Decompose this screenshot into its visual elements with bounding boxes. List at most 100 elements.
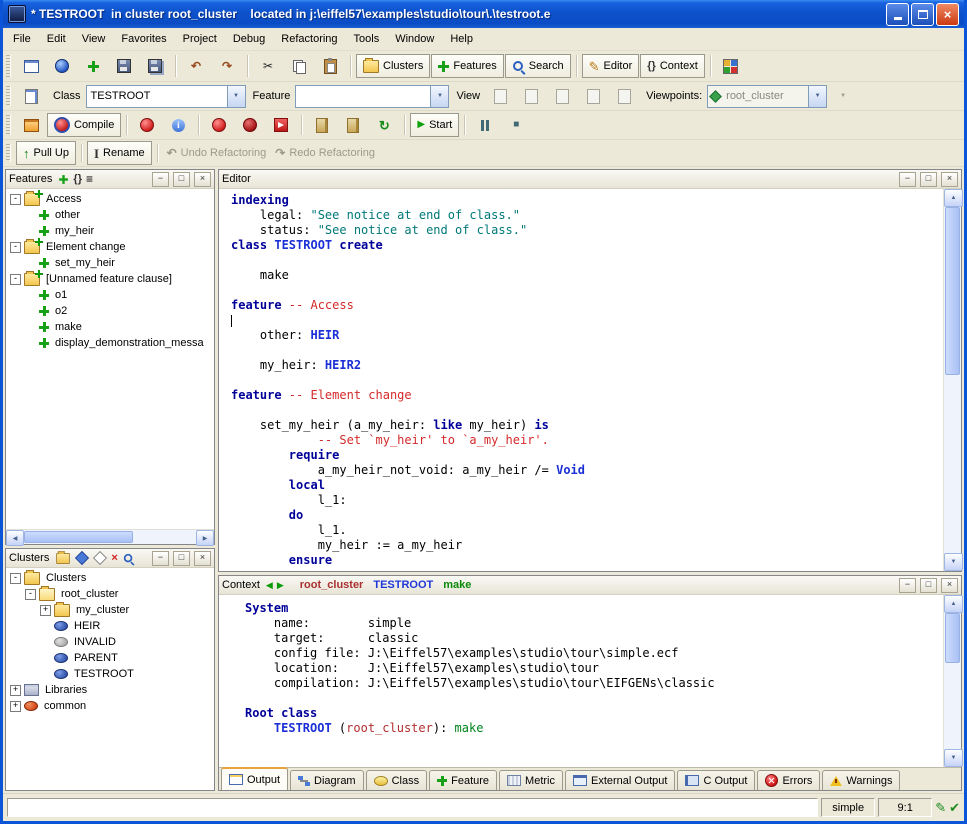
expand-icon[interactable]: + bbox=[40, 605, 51, 616]
refresh-button[interactable]: ↻ bbox=[369, 112, 399, 138]
view-interface-button[interactable] bbox=[609, 83, 639, 109]
editor-restore-button[interactable]: □ bbox=[920, 172, 937, 187]
delete-icon[interactable]: × bbox=[111, 553, 117, 564]
clusters-minimize-button[interactable]: − bbox=[152, 551, 169, 566]
collapse-icon[interactable]: - bbox=[10, 242, 21, 253]
context-minimize-button[interactable]: − bbox=[899, 578, 916, 593]
diamond-blue-icon[interactable] bbox=[75, 551, 89, 565]
editor-panel-header[interactable]: Editor − □ × bbox=[219, 170, 961, 189]
tab-feature[interactable]: Feature bbox=[429, 770, 497, 790]
tree-item-o2[interactable]: o2 bbox=[6, 303, 214, 319]
menu-edit[interactable]: Edit bbox=[39, 30, 74, 48]
scroll-down-button[interactable]: ▼ bbox=[944, 553, 963, 571]
tree-item-testroot[interactable]: TESTROOT bbox=[6, 666, 214, 682]
melt-button[interactable] bbox=[132, 112, 162, 138]
tree-item-other[interactable]: other bbox=[6, 207, 214, 223]
tab-external-output[interactable]: External Output bbox=[565, 770, 675, 790]
features-close-button[interactable]: × bbox=[194, 172, 211, 187]
compile-button[interactable]: Compile bbox=[47, 113, 121, 137]
address-toolbar-button[interactable] bbox=[16, 83, 46, 109]
features-panel-header[interactable]: Features {} ≡ − □ × bbox=[6, 170, 214, 189]
diamond-white-icon[interactable] bbox=[93, 551, 107, 565]
viewpoints-combobox[interactable]: root_cluster ▼ bbox=[707, 85, 827, 108]
undo-button[interactable]: ↶ bbox=[181, 53, 211, 79]
editor-scrollbar[interactable]: ▲ ▼ bbox=[943, 189, 961, 571]
edit-mode-pencil-icon[interactable]: ✎ bbox=[935, 801, 946, 814]
history-forward-icon[interactable]: ▶ bbox=[277, 581, 284, 590]
features-minimize-button[interactable]: − bbox=[152, 172, 169, 187]
feature-dropdown-arrow[interactable]: ▼ bbox=[430, 86, 448, 107]
minimize-button[interactable] bbox=[886, 3, 909, 26]
tree-item-root-cluster[interactable]: -root_cluster bbox=[6, 586, 214, 602]
features-restore-button[interactable]: □ bbox=[173, 172, 190, 187]
redo-button[interactable]: ↷ bbox=[212, 53, 242, 79]
context-restore-button[interactable]: □ bbox=[920, 578, 937, 593]
menu-refactoring[interactable]: Refactoring bbox=[273, 30, 345, 48]
scroll-track[interactable] bbox=[944, 613, 961, 749]
expand-icon[interactable]: + bbox=[10, 701, 21, 712]
view-clickable-button[interactable] bbox=[516, 83, 546, 109]
tree-item-clusters[interactable]: -Clusters bbox=[6, 570, 214, 586]
collapse-icon[interactable]: - bbox=[10, 573, 21, 584]
editor-code[interactable]: indexing legal: "See notice at end of cl… bbox=[219, 189, 943, 571]
precompile-button[interactable] bbox=[266, 112, 296, 138]
pull-up-button[interactable]: ↑ Pull Up bbox=[16, 141, 76, 165]
paste-button[interactable] bbox=[315, 53, 345, 79]
search-toggle-button[interactable]: Search bbox=[505, 54, 571, 78]
compile-info-button[interactable]: i bbox=[163, 112, 193, 138]
breadcrumb-root_cluster[interactable]: root_cluster bbox=[300, 579, 364, 591]
menu-help[interactable]: Help bbox=[442, 30, 481, 48]
toolbar-gripper[interactable] bbox=[6, 115, 11, 135]
menu-debug[interactable]: Debug bbox=[225, 30, 273, 48]
class-combobox[interactable]: TESTROOT ▼ bbox=[86, 85, 246, 108]
clusters-close-button[interactable]: × bbox=[194, 551, 211, 566]
new-window-button[interactable] bbox=[16, 53, 46, 79]
save-button[interactable] bbox=[109, 53, 139, 79]
pause-button[interactable] bbox=[470, 112, 500, 138]
tree-item-unnamed-feature-clause[interactable]: -[Unnamed feature clause] bbox=[6, 271, 214, 287]
rename-button[interactable]: I Rename bbox=[87, 141, 152, 165]
add-cluster-icon[interactable] bbox=[57, 552, 71, 563]
open-project-button[interactable] bbox=[16, 112, 46, 138]
class-dropdown-arrow[interactable]: ▼ bbox=[227, 86, 245, 107]
tab-metric[interactable]: Metric bbox=[499, 770, 563, 790]
tree-item-element-change[interactable]: -Element change bbox=[6, 239, 214, 255]
feature-combobox[interactable]: ▼ bbox=[295, 85, 449, 108]
tree-item-heir[interactable]: HEIR bbox=[6, 618, 214, 634]
external-commands-button[interactable] bbox=[716, 53, 746, 79]
context-toggle-button[interactable]: {} Context bbox=[640, 54, 704, 78]
clusters-panel-header[interactable]: Clusters × − □ × bbox=[6, 549, 214, 568]
title-bar[interactable]: * TESTROOT in cluster root_cluster locat… bbox=[3, 0, 964, 28]
tree-item-invalid[interactable]: INVALID bbox=[6, 634, 214, 650]
context-close-button[interactable]: × bbox=[941, 578, 958, 593]
search-icon[interactable] bbox=[123, 552, 134, 563]
tree-item-common[interactable]: +common bbox=[6, 698, 214, 714]
toolbar-gripper[interactable] bbox=[6, 86, 11, 106]
tab-diagram[interactable]: Diagram bbox=[290, 770, 364, 790]
scroll-left-button[interactable]: ◀ bbox=[6, 530, 24, 546]
scroll-track[interactable] bbox=[24, 530, 196, 544]
editor-toggle-button[interactable]: ✎ Editor bbox=[582, 54, 640, 78]
menu-project[interactable]: Project bbox=[175, 30, 225, 48]
tab-class[interactable]: Class bbox=[366, 770, 428, 790]
save-all-button[interactable] bbox=[140, 53, 170, 79]
context-panel-header[interactable]: Context ◀ ▶ root_clusterTESTROOTmake − □… bbox=[219, 576, 961, 595]
menu-view[interactable]: View bbox=[74, 30, 114, 48]
tab-warnings[interactable]: Warnings bbox=[822, 770, 900, 790]
scroll-thumb[interactable] bbox=[945, 613, 960, 663]
scroll-down-button[interactable]: ▼ bbox=[944, 749, 963, 767]
freeze-button[interactable] bbox=[204, 112, 234, 138]
finalize-button[interactable] bbox=[235, 112, 265, 138]
cut-button[interactable]: ✂ bbox=[253, 53, 283, 79]
copy-button[interactable] bbox=[284, 53, 314, 79]
tree-item-make[interactable]: make bbox=[6, 319, 214, 335]
tab-c-output[interactable]: C Output bbox=[677, 770, 755, 790]
braces-icon[interactable]: {} bbox=[73, 174, 82, 185]
viewpoints-dropdown-arrow[interactable]: ▼ bbox=[808, 86, 826, 107]
menu-favorites[interactable]: Favorites bbox=[113, 30, 174, 48]
compile-ok-check-icon[interactable]: ✔ bbox=[949, 801, 960, 814]
features-hscrollbar[interactable]: ◀ ▶ bbox=[6, 529, 214, 544]
tree-item-parent[interactable]: PARENT bbox=[6, 650, 214, 666]
context-output[interactable]: System name: simple target: classic conf… bbox=[219, 595, 943, 767]
editor-minimize-button[interactable]: − bbox=[899, 172, 916, 187]
